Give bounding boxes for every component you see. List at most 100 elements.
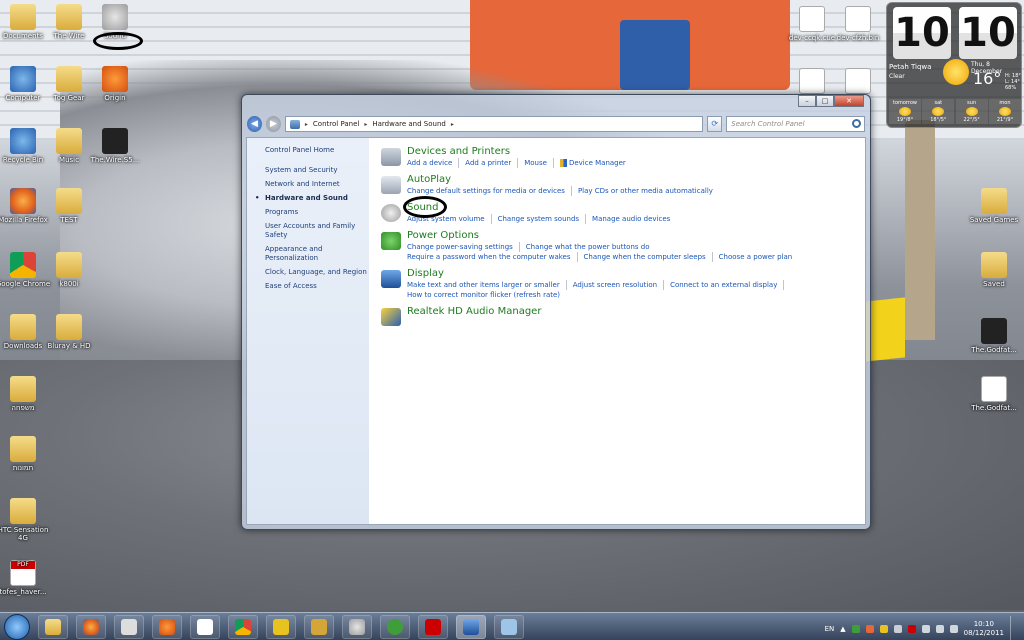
address-bar[interactable]: ▸ Control Panel ▸ Hardware and Sound ▸ bbox=[284, 116, 704, 132]
taskbar-firefox[interactable] bbox=[76, 615, 106, 639]
desktop-icon-dev-bin[interactable]: dev-cfzh.bin bbox=[828, 6, 888, 42]
chrome-icon bbox=[235, 619, 251, 635]
link-change-system-sounds[interactable]: Change system sounds bbox=[498, 214, 587, 224]
taskbar-mail[interactable] bbox=[152, 615, 182, 639]
desktop-icon-origin[interactable]: Origin bbox=[85, 66, 145, 102]
control-panel-icon bbox=[463, 619, 479, 635]
volume-icon[interactable] bbox=[949, 625, 958, 633]
category-title[interactable]: AutoPlay bbox=[407, 174, 861, 186]
desktop-icon-k800i[interactable]: k800i bbox=[39, 252, 99, 288]
taskbar-utorrent[interactable] bbox=[380, 615, 410, 639]
taskbar-chrome[interactable] bbox=[228, 615, 258, 639]
show-desktop-button[interactable] bbox=[1010, 616, 1020, 640]
minimize-button[interactable]: – bbox=[798, 95, 816, 107]
link-change-default-settings[interactable]: Change default settings for media or dev… bbox=[407, 186, 572, 196]
desktop-icon-tofes[interactable]: tofes_haver... bbox=[0, 560, 53, 596]
realtek-icon bbox=[381, 308, 401, 326]
taskbar-speaker-app[interactable] bbox=[342, 615, 372, 639]
nav-user-accounts[interactable]: User Accounts and Family Safety bbox=[265, 222, 359, 240]
category-title[interactable]: Power Options bbox=[407, 230, 861, 242]
sun-icon bbox=[932, 107, 945, 116]
sun-icon bbox=[998, 107, 1011, 116]
folder-icon bbox=[10, 436, 36, 462]
taskbar-app-gold[interactable] bbox=[304, 615, 334, 639]
folder-icon bbox=[10, 498, 36, 524]
link-device-manager[interactable]: Device Manager bbox=[569, 158, 632, 168]
desktop-icon-the-wire-s5[interactable]: The.Wire.S5... bbox=[85, 128, 145, 164]
link-power-buttons[interactable]: Change what the power buttons do bbox=[526, 242, 656, 252]
start-button[interactable] bbox=[4, 614, 30, 640]
nav-clock-language-region[interactable]: Clock, Language, and Region bbox=[265, 268, 369, 277]
network-icon[interactable] bbox=[935, 625, 944, 633]
taskbar-acrobat[interactable] bbox=[418, 615, 448, 639]
maximize-button[interactable]: □ bbox=[816, 95, 834, 107]
firefox-icon bbox=[83, 619, 99, 635]
taskbar-paint[interactable] bbox=[494, 615, 524, 639]
taskbar-calendar[interactable] bbox=[190, 615, 220, 639]
taskbar-clock[interactable]: 10:10 08/12/2011 bbox=[964, 620, 1004, 638]
link-screen-resolution[interactable]: Adjust screen resolution bbox=[573, 280, 665, 290]
desktop-icon-godfather-doc[interactable]: The.Godfat... bbox=[964, 376, 1024, 412]
link-add-printer[interactable]: Add a printer bbox=[465, 158, 519, 168]
tray-app-icon[interactable] bbox=[907, 625, 916, 633]
category-title[interactable]: Sound bbox=[407, 202, 861, 214]
control-panel-window[interactable]: – □ ✕ ◀ ▶ ▸ Control Panel ▸ Hardware and… bbox=[241, 94, 871, 530]
breadcrumb-arrow-icon[interactable]: ▸ bbox=[364, 121, 367, 128]
breadcrumb-control-panel[interactable]: Control Panel bbox=[313, 120, 359, 128]
flag-icon[interactable] bbox=[921, 625, 930, 633]
search-input[interactable]: Search Control Panel bbox=[726, 116, 865, 132]
refresh-button[interactable]: ⟳ bbox=[707, 116, 723, 132]
clock-weather-gadget[interactable]: 10 10 Petah Tiqwa Clear Thu, 8 December … bbox=[886, 2, 1022, 128]
desktop-icon-pictures[interactable]: תמונות bbox=[0, 436, 53, 472]
nav-control-panel-home[interactable]: Control Panel Home bbox=[265, 146, 369, 155]
document-icon bbox=[799, 68, 825, 94]
tray-app-icon[interactable] bbox=[851, 625, 860, 633]
desktop-icon-test[interactable]: TEST bbox=[39, 188, 99, 224]
language-indicator[interactable]: EN bbox=[825, 625, 835, 633]
link-require-password[interactable]: Require a password when the computer wak… bbox=[407, 252, 578, 262]
link-play-cds[interactable]: Play CDs or other media automatically bbox=[578, 186, 719, 196]
desktop-icon-godfather-video[interactable]: The.Godfat... bbox=[964, 318, 1024, 354]
desktop-icon-htc[interactable]: HTC Sensation 4G bbox=[0, 498, 53, 542]
nav-network-and-internet[interactable]: Network and Internet bbox=[265, 180, 369, 189]
desktop-icon-family[interactable]: משפחה bbox=[0, 376, 53, 412]
category-title[interactable]: Devices and Printers bbox=[407, 146, 861, 158]
taskbar-control-panel[interactable] bbox=[456, 615, 486, 639]
forward-button[interactable]: ▶ bbox=[265, 116, 281, 132]
link-manage-audio-devices[interactable]: Manage audio devices bbox=[592, 214, 676, 224]
category-title[interactable]: Realtek HD Audio Manager bbox=[407, 306, 861, 318]
category-title[interactable]: Display bbox=[407, 268, 861, 280]
link-external-display[interactable]: Connect to an external display bbox=[670, 280, 785, 290]
weather-condition: Clear bbox=[889, 73, 905, 80]
search-icon[interactable] bbox=[852, 119, 861, 128]
taskbar-app-yellow[interactable] bbox=[266, 615, 296, 639]
desktop-icon-bluray[interactable]: Bluray & HD bbox=[39, 314, 99, 350]
nav-programs[interactable]: Programs bbox=[265, 208, 369, 217]
link-add-device[interactable]: Add a device bbox=[407, 158, 460, 168]
breadcrumb-hardware-and-sound[interactable]: Hardware and Sound bbox=[372, 120, 445, 128]
app-icon bbox=[273, 619, 289, 635]
tray-app-icon[interactable] bbox=[893, 625, 902, 633]
link-choose-power-plan[interactable]: Choose a power plan bbox=[719, 252, 799, 262]
taskbar-pinned-apps bbox=[38, 615, 524, 639]
tray-app-icon[interactable] bbox=[865, 625, 874, 633]
taskbar-explorer[interactable] bbox=[38, 615, 68, 639]
nav-ease-of-access[interactable]: Ease of Access bbox=[265, 282, 369, 291]
forecast-day: sun 22°/5° bbox=[955, 99, 988, 124]
chevron-up-icon[interactable]: ▲ bbox=[840, 625, 845, 633]
link-monitor-flicker[interactable]: How to correct monitor flicker (refresh … bbox=[407, 290, 566, 300]
tray-app-icon[interactable] bbox=[879, 625, 888, 633]
desktop-icon-saved[interactable]: Saved bbox=[964, 252, 1024, 288]
back-button[interactable]: ◀ bbox=[247, 116, 262, 132]
link-computer-sleeps[interactable]: Change when the computer sleeps bbox=[584, 252, 713, 262]
close-button[interactable]: ✕ bbox=[834, 95, 864, 107]
nav-system-and-security[interactable]: System and Security bbox=[265, 166, 369, 175]
link-power-saving-settings[interactable]: Change power-saving settings bbox=[407, 242, 520, 252]
desktop-icon-doc-4[interactable] bbox=[828, 68, 888, 96]
breadcrumb-arrow-icon[interactable]: ▸ bbox=[451, 121, 454, 128]
desktop-icon-saved-games[interactable]: Saved Games bbox=[964, 188, 1024, 224]
taskbar-media-player[interactable] bbox=[114, 615, 144, 639]
nav-appearance[interactable]: Appearance and Personalization bbox=[265, 245, 335, 263]
link-mouse[interactable]: Mouse bbox=[524, 158, 554, 168]
link-make-text-larger[interactable]: Make text and other items larger or smal… bbox=[407, 280, 567, 290]
